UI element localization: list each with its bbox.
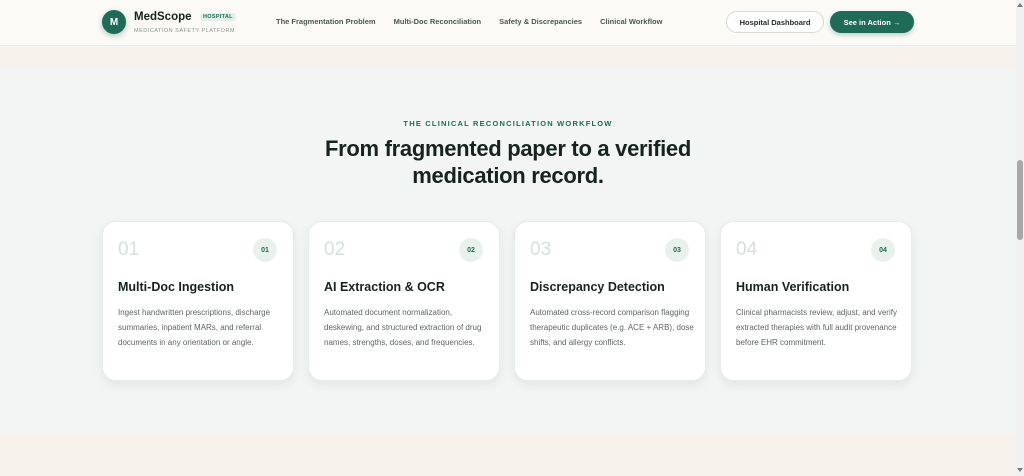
see-in-action-button[interactable]: See in Action → [830, 11, 914, 33]
brand-name[interactable]: MedScope [134, 11, 192, 23]
headline-line-2: medication record. [412, 163, 604, 188]
nav-link-safety-discrepancies[interactable]: Safety & Discrepancies [499, 17, 582, 26]
nav-link-clinical-workflow[interactable]: Clinical Workflow [600, 17, 662, 26]
section-headline: From fragmented paper to a verified medi… [0, 135, 1016, 189]
hospital-dashboard-button[interactable]: Hospital Dashboard [726, 11, 824, 33]
card-step-number: 04 [736, 239, 758, 260]
card-description: Automated cross-record comparison flaggi… [530, 308, 694, 347]
scroll-down-icon[interactable] [1017, 468, 1023, 472]
nav-link-fragmentation-problem[interactable]: The Fragmentation Problem [276, 17, 376, 26]
scrollbar-thumb[interactable] [1017, 160, 1023, 240]
card-step-chip: 02 [459, 238, 483, 262]
brand-subtitle: MEDICATION SAFETY PLATFORM [134, 28, 236, 34]
logo-mark[interactable]: M [102, 10, 126, 34]
card-description: Automated document normalization, deskew… [324, 308, 482, 347]
nav-link-multi-doc-reconciliation[interactable]: Multi-Doc Reconciliation [394, 17, 482, 26]
nav-links: The Fragmentation Problem Multi-Doc Reco… [276, 17, 662, 26]
top-navbar: M MedScope HOSPITAL MEDICATION SAFETY PL… [0, 0, 1016, 46]
card-step-chip: 03 [665, 238, 689, 262]
section-divider-bottom [0, 434, 1016, 476]
card-step-number: 01 [118, 239, 140, 260]
section-divider-top [0, 47, 1016, 67]
card-title: AI Extraction & OCR [324, 280, 445, 294]
card-title: Discrepancy Detection [530, 280, 665, 294]
card-step-number: 02 [324, 239, 346, 260]
card-title: Human Verification [736, 280, 850, 294]
workflow-card-ingestion: 01 01 Multi-Doc Ingestion Ingest handwri… [102, 221, 294, 381]
card-step-chip: 01 [253, 238, 277, 262]
workflow-card-verification: 04 04 Human Verification Clinical pharma… [720, 221, 912, 381]
card-description: Ingest handwritten prescriptions, discha… [118, 308, 271, 347]
card-step-chip: 04 [871, 238, 895, 262]
card-title: Multi-Doc Ingestion [118, 280, 234, 294]
workflow-card-discrepancy: 03 03 Discrepancy Detection Automated cr… [514, 221, 706, 381]
hospital-badge: HOSPITAL [200, 13, 236, 21]
headline-line-1: From fragmented paper to a verified [324, 136, 692, 161]
card-description: Clinical pharmacists review, adjust, and… [736, 308, 897, 347]
scroll-up-icon[interactable] [1017, 3, 1023, 7]
section-eyebrow: THE CLINICAL RECONCILIATION WORKFLOW [403, 119, 613, 128]
card-step-number: 03 [530, 239, 552, 260]
workflow-card-extraction: 02 02 AI Extraction & OCR Automated docu… [308, 221, 500, 381]
